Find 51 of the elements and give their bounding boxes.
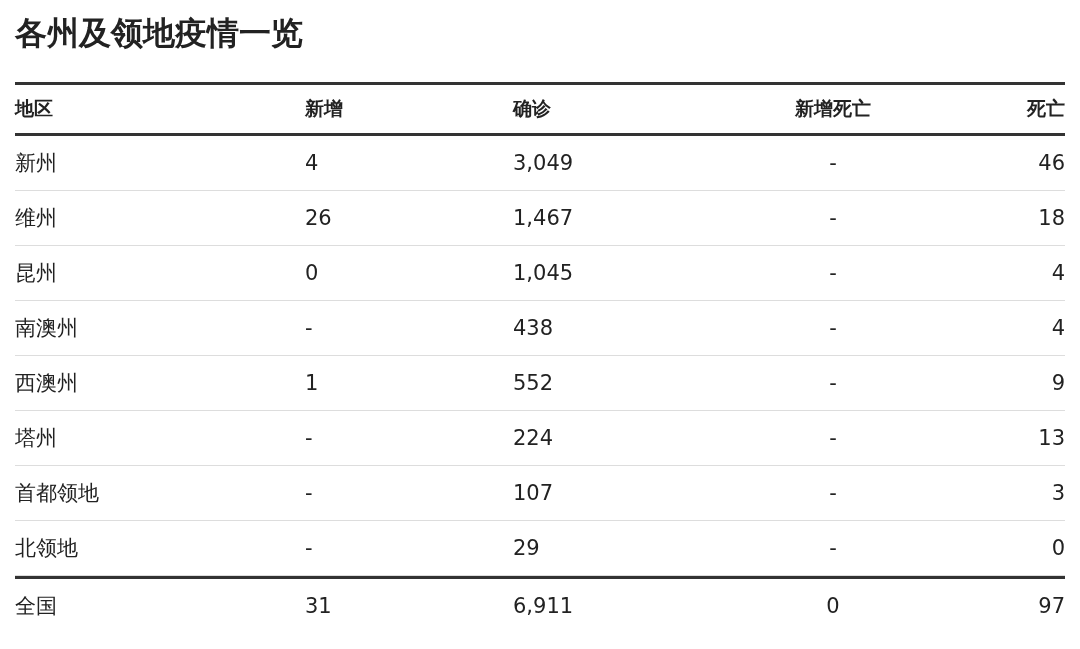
table-cell: 9 xyxy=(1051,371,1065,395)
table-cell: - xyxy=(829,261,837,285)
table-cell: 46 xyxy=(1038,151,1065,175)
table-cell: 26 xyxy=(305,206,332,230)
table-cell: 107 xyxy=(513,481,554,505)
table-cell: 1,467 xyxy=(513,206,574,230)
table-cell: - xyxy=(305,536,313,560)
table-cell-text: 塔州 xyxy=(15,425,57,452)
table-cell: 3,049 xyxy=(513,151,574,175)
table-cell: 0 xyxy=(826,594,840,618)
table-cell: 0 xyxy=(305,261,319,285)
table-cell-text: 新州 xyxy=(15,150,57,177)
table-cell: - xyxy=(829,316,837,340)
table-cell: - xyxy=(829,206,837,230)
column-header: 地区 xyxy=(15,96,53,121)
table-cell: 438 xyxy=(513,316,554,340)
table-cell: - xyxy=(829,481,837,505)
table-cell: 4 xyxy=(305,151,319,175)
column-header: 确诊 xyxy=(513,96,551,121)
table-cell: 31 xyxy=(305,594,332,618)
table-cell-text: 南澳州 xyxy=(15,315,78,342)
table-cell: 224 xyxy=(513,426,554,450)
table-cell: 29 xyxy=(513,536,540,560)
column-header: 新增死亡 xyxy=(795,96,871,121)
table-cell: - xyxy=(829,426,837,450)
table-cell-text: 北领地 xyxy=(15,535,78,562)
table-cell: 552 xyxy=(513,371,554,395)
table-cell: 1 xyxy=(305,371,319,395)
column-header: 死亡 xyxy=(1027,96,1065,121)
table-cell: 0 xyxy=(1051,536,1065,560)
table-cell: - xyxy=(829,371,837,395)
table-cell-text: 维州 xyxy=(15,205,57,232)
table-cell: 6,911 xyxy=(513,594,574,618)
page-title: 各州及领地疫情一览 xyxy=(15,13,304,54)
table-cell-text: 全国 xyxy=(15,593,57,620)
table-cell-text: 昆州 xyxy=(15,260,57,287)
table-cell: - xyxy=(305,426,313,450)
table-cell: - xyxy=(829,151,837,175)
table-cell: 1,045 xyxy=(513,261,574,285)
table-cell-text: 西澳州 xyxy=(15,370,78,397)
table-cell: 97 xyxy=(1038,594,1065,618)
table-cell: 13 xyxy=(1038,426,1065,450)
table-cell: - xyxy=(829,536,837,560)
table-cell: 3 xyxy=(1051,481,1065,505)
table-cell: 4 xyxy=(1051,261,1065,285)
table-cell-text: 首都领地 xyxy=(15,480,99,507)
column-header: 新增 xyxy=(305,96,343,121)
table-cell: 18 xyxy=(1038,206,1065,230)
table-cell: 4 xyxy=(1051,316,1065,340)
table-cell: - xyxy=(305,316,313,340)
table-cell: - xyxy=(305,481,313,505)
